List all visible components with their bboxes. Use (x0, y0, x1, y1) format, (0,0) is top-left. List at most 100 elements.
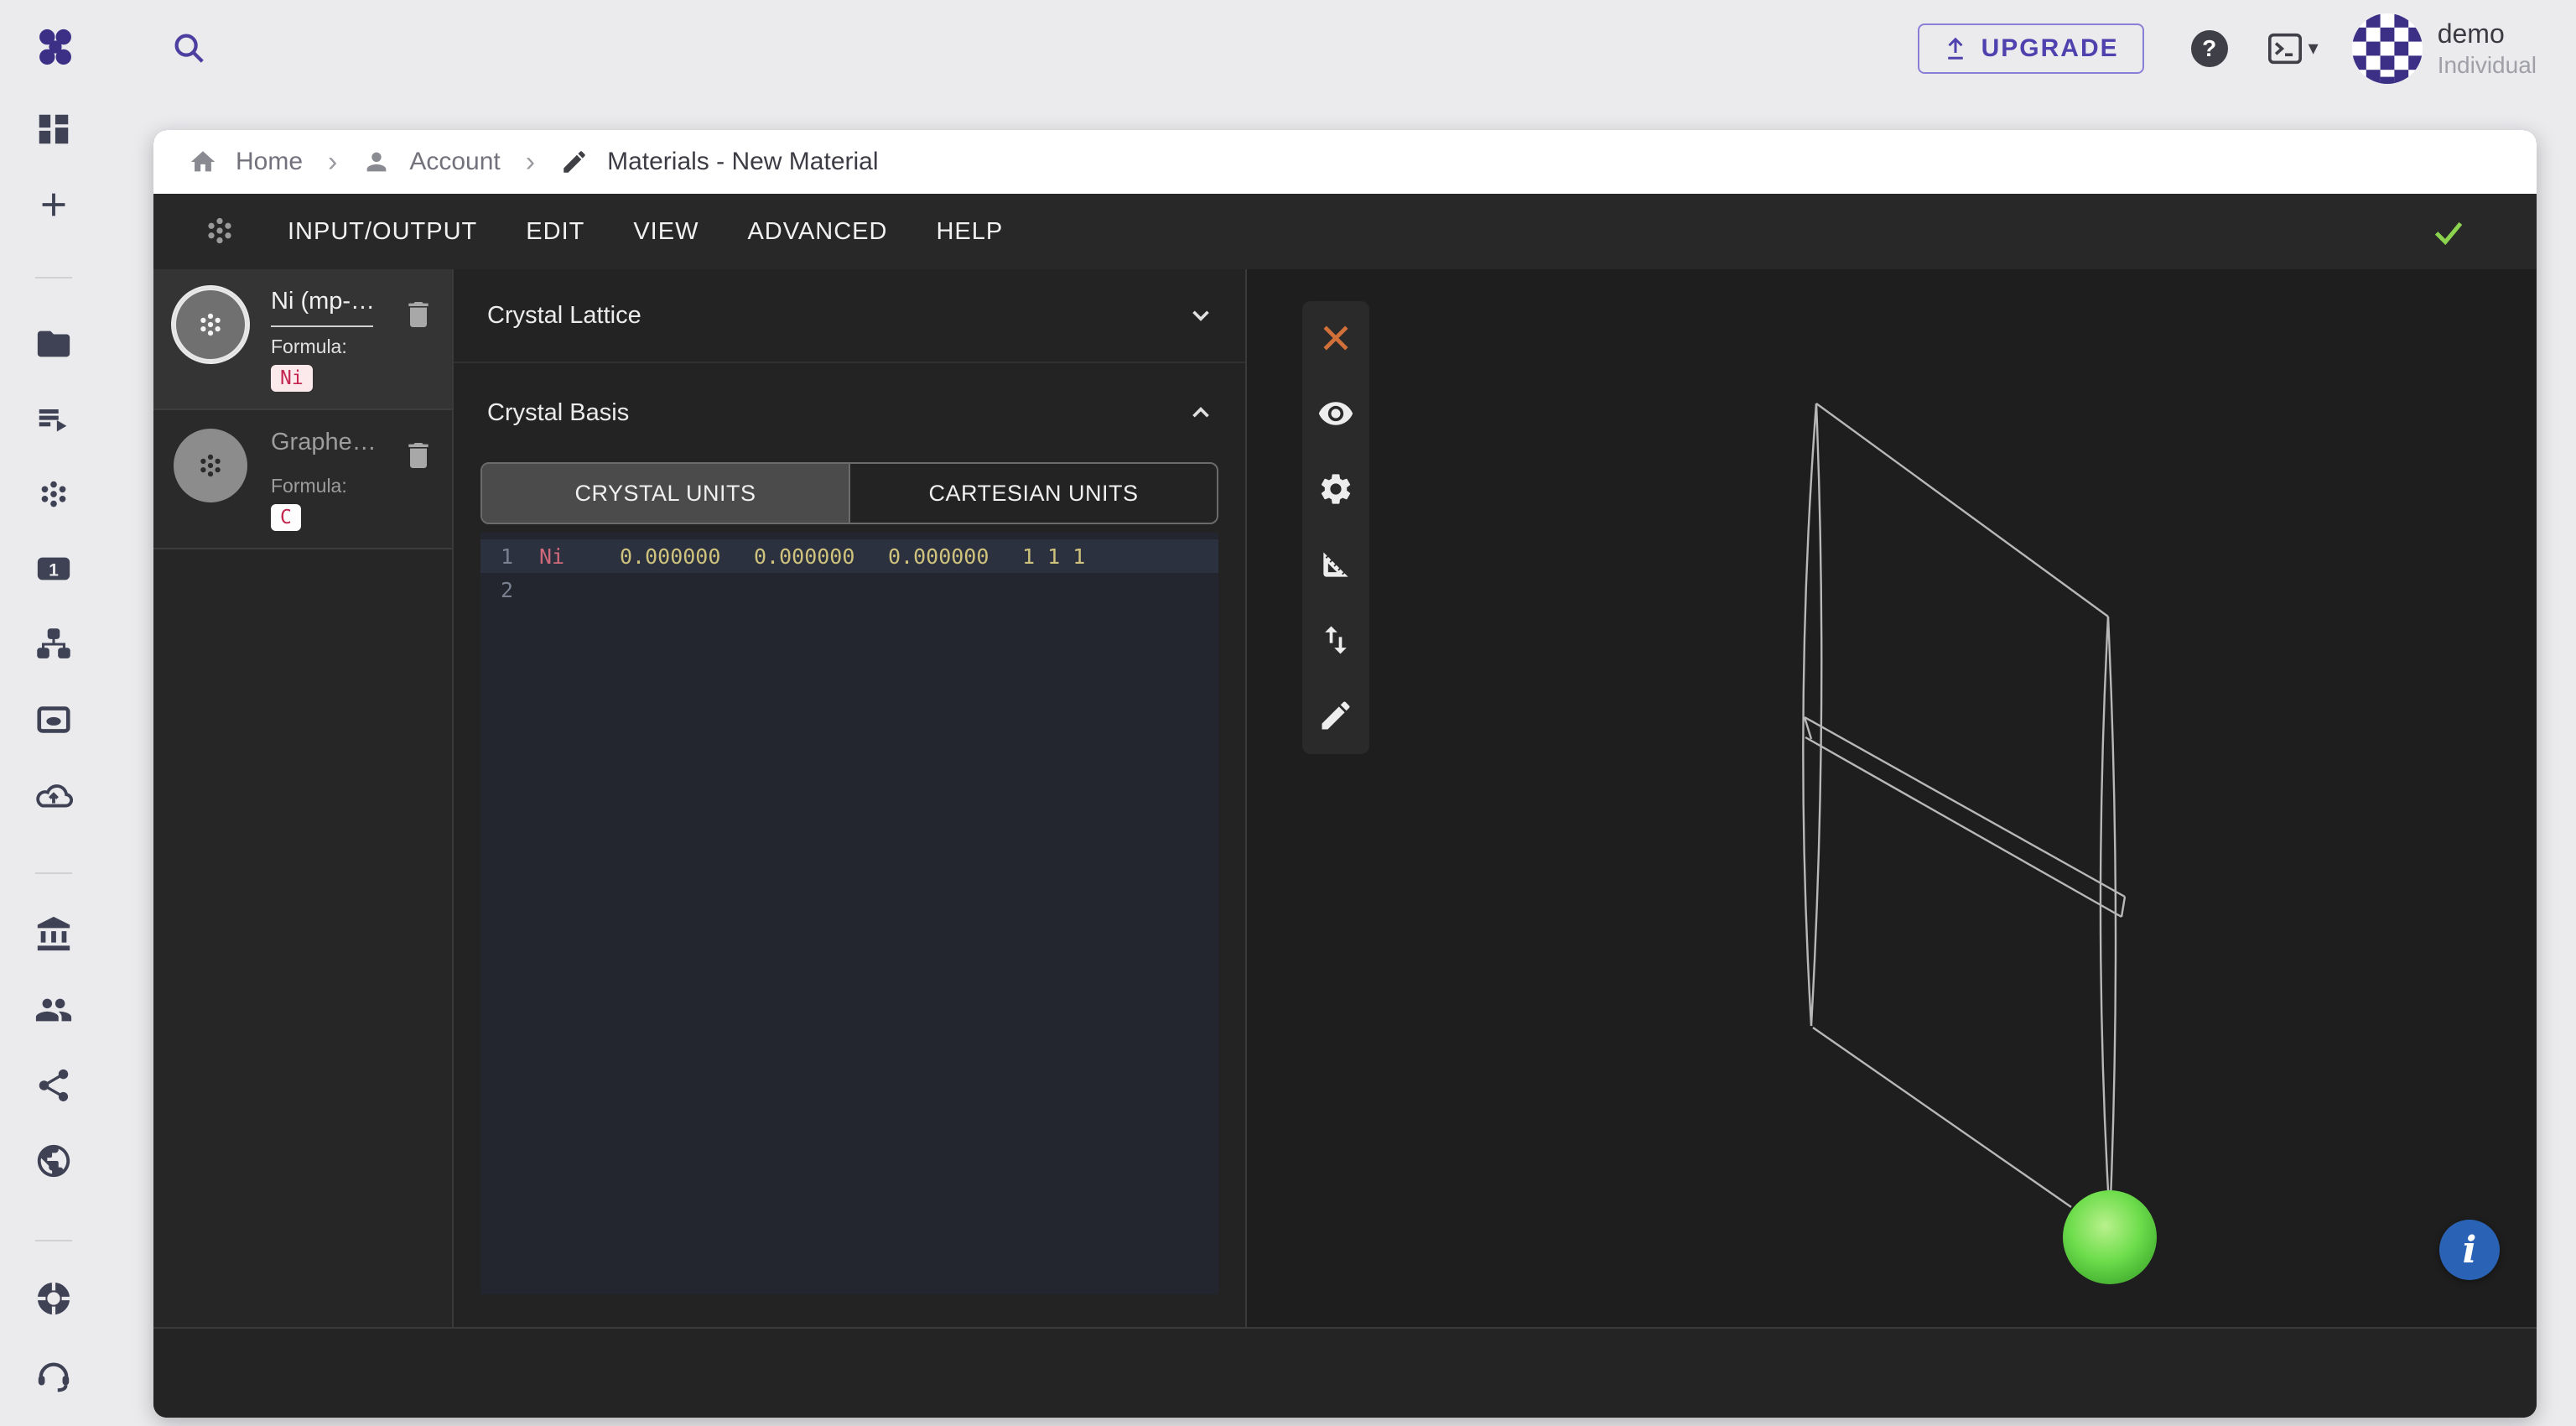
menu-help[interactable]: HELP (936, 218, 1003, 246)
material-dots-icon (200, 212, 239, 251)
code-line[interactable]: 1 Ni 0.000000 0.000000 0.000000 1 1 1 (480, 539, 1218, 573)
upgrade-label: UPGRADE (1981, 34, 2119, 63)
console-menu[interactable]: ▾ (2267, 32, 2319, 65)
material-item-ni[interactable]: Ni (mp-… Formula: Ni (153, 269, 452, 409)
material-avatar (174, 288, 247, 362)
materials-list: Ni (mp-… Formula: Ni Graphe… (153, 269, 454, 1327)
units-tabs: CRYSTAL UNITS CARTESIAN UNITS (480, 462, 1218, 524)
help-icon[interactable]: ? (2191, 30, 2228, 67)
projects-folder-icon[interactable] (34, 325, 73, 363)
basis-code-editor[interactable]: 1 Ni 0.000000 0.000000 0.000000 1 1 1 2 (480, 533, 1218, 1294)
question-glyph: ? (2202, 35, 2216, 62)
coord-y: 0.000000 (754, 544, 888, 569)
breadcrumb: Home › Account › Materials - New Materia… (153, 130, 2537, 194)
unit-cell-wireframe (1247, 269, 2537, 1327)
info-button[interactable]: i (2439, 1220, 2500, 1280)
line-number: 2 (501, 578, 539, 602)
dashboard-icon[interactable] (34, 110, 73, 148)
material-info: Graphe… Formula: C (271, 429, 377, 531)
jobs-list-icon[interactable] (34, 402, 73, 440)
atom-sphere-ni[interactable] (2063, 1190, 2157, 1284)
tab-crystal-units[interactable]: CRYSTAL UNITS (482, 464, 850, 523)
sidebar-divider (35, 872, 72, 874)
crystal-3d-viewer: i (1247, 269, 2537, 1327)
info-glyph: i (2463, 1229, 2477, 1272)
user-menu[interactable]: demo Individual (2352, 13, 2537, 84)
material-avatar (174, 429, 247, 502)
workspace: Ni (mp-… Formula: Ni Graphe… (153, 269, 2537, 1327)
chevron-down-icon[interactable] (1187, 301, 1215, 330)
delete-material-icon[interactable] (402, 298, 435, 331)
main-content-card: Home › Account › Materials - New Materia… (153, 130, 2537, 1418)
coord-x: 0.000000 (620, 544, 754, 569)
support-headset-icon[interactable] (34, 1356, 73, 1395)
edit-pencil-icon[interactable] (1317, 697, 1354, 734)
material-title: Ni (mp-… (271, 288, 375, 315)
edit-pencil-icon (560, 148, 589, 176)
formula-chip: C (271, 504, 301, 531)
user-name: demo (2438, 17, 2537, 50)
upgrade-button[interactable]: UPGRADE (1918, 23, 2144, 74)
formula-label: Formula: (271, 475, 377, 497)
breadcrumb-home[interactable]: Home (236, 148, 303, 176)
chevron-down-icon: ▾ (2309, 36, 2319, 60)
menu-view[interactable]: VIEW (633, 218, 699, 246)
coord-z: 0.000000 (888, 544, 1022, 569)
topbar-right-group: UPGRADE ? ▾ (1918, 0, 2537, 96)
breadcrumb-separator: › (519, 146, 542, 179)
crystal-viewport[interactable] (1247, 269, 2537, 1327)
swap-axes-icon[interactable] (1317, 622, 1354, 658)
crystal-lattice-header[interactable]: Crystal Lattice (454, 269, 1245, 362)
create-new-icon[interactable] (34, 185, 73, 224)
user-plan: Individual (2438, 50, 2537, 80)
line-number: 1 (501, 544, 539, 569)
material-info: Ni (mp-… Formula: Ni (271, 288, 375, 392)
save-check-icon[interactable] (2429, 212, 2468, 251)
breadcrumb-current: Materials - New Material (607, 148, 878, 176)
media-image-icon[interactable] (34, 700, 73, 739)
user-info: demo Individual (2438, 17, 2537, 80)
section-title: Crystal Lattice (487, 302, 641, 330)
close-icon[interactable] (1317, 320, 1354, 356)
terminal-icon (2267, 32, 2303, 65)
settings-gear-icon[interactable] (1317, 471, 1354, 507)
search-icon[interactable] (169, 29, 208, 67)
sidebar-divider (35, 1240, 72, 1241)
help-lifebuoy-icon[interactable] (34, 1279, 73, 1318)
delete-material-icon[interactable] (402, 439, 435, 472)
element-token: Ni (539, 544, 620, 569)
app-logo-icon[interactable] (34, 25, 77, 69)
card-footer (153, 1327, 2537, 1418)
materials-atoms-icon[interactable] (34, 476, 73, 514)
measure-set-square-icon[interactable] (1317, 546, 1354, 583)
menu-input-output[interactable]: INPUT/OUTPUT (288, 218, 477, 246)
constraint-flags: 1 1 1 (1022, 544, 1085, 569)
workflows-network-icon[interactable] (34, 625, 73, 664)
code-line[interactable]: 2 (480, 573, 1218, 606)
material-item-graphene[interactable]: Graphe… Formula: C (153, 409, 452, 549)
breadcrumb-separator: › (321, 146, 344, 179)
crystal-basis-header[interactable]: Crystal Basis (454, 363, 1245, 462)
teams-people-icon[interactable] (34, 991, 73, 1029)
upload-arrow-icon (1943, 34, 1968, 63)
cloud-upload-icon[interactable] (34, 778, 73, 816)
organization-bank-icon[interactable] (34, 915, 73, 954)
viewer-toolbar (1302, 301, 1369, 754)
visibility-eye-icon[interactable] (1317, 395, 1354, 432)
material-title: Graphe… (271, 429, 377, 456)
breadcrumb-account[interactable]: Account (409, 148, 500, 176)
default-material-badge-icon[interactable]: 1 (34, 549, 73, 588)
menu-advanced[interactable]: ADVANCED (747, 218, 887, 246)
share-icon[interactable] (34, 1066, 73, 1105)
formula-label: Formula: (271, 336, 375, 358)
svg-text:1: 1 (49, 561, 59, 580)
chevron-up-icon[interactable] (1187, 398, 1215, 427)
title-underline (271, 325, 373, 327)
formula-chip: Ni (271, 365, 313, 392)
home-icon (189, 148, 217, 176)
tab-cartesian-units[interactable]: CARTESIAN UNITS (850, 464, 1217, 523)
menu-edit[interactable]: EDIT (526, 218, 584, 246)
structure-editor-panel: Crystal Lattice Crystal Basis CRYSTAL UN… (454, 269, 1247, 1327)
globe-public-icon[interactable] (34, 1142, 73, 1180)
editor-menubar: INPUT/OUTPUT EDIT VIEW ADVANCED HELP (153, 194, 2537, 269)
